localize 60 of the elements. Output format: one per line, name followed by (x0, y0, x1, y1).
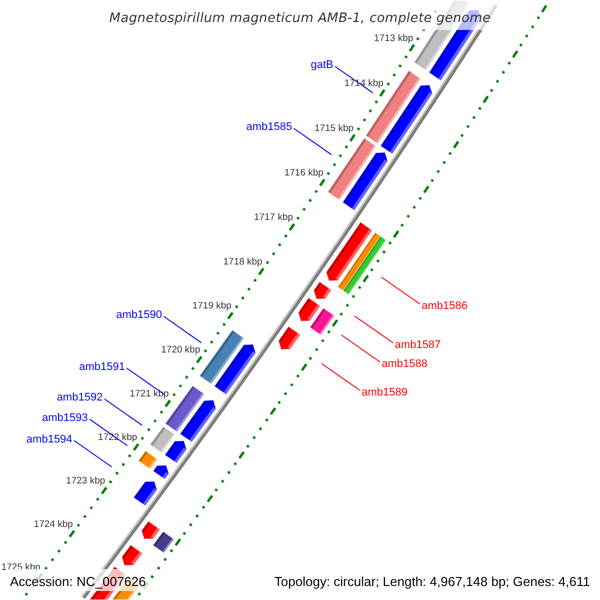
major-tick (392, 230, 400, 238)
gene-arrow (214, 344, 256, 394)
gene-label: amb1585 (246, 121, 292, 134)
leader-line (380, 276, 420, 304)
major-tick (541, 4, 548, 13)
major-tick (349, 134, 356, 142)
major-tick (453, 140, 460, 148)
gene-label: amb1593 (42, 412, 88, 424)
major-tick (206, 494, 214, 502)
tick-label: 1720 kbp (161, 344, 200, 356)
gene-arrow (142, 522, 160, 539)
gene-label: amb1591 (79, 360, 125, 373)
gene-label: amb1590 (116, 309, 162, 322)
gene-arrow (153, 465, 169, 479)
gene-label: gatB (310, 59, 334, 72)
major-tick (238, 451, 245, 459)
major-tick (288, 223, 296, 231)
major-tick (196, 356, 202, 364)
gene-label: amb1588 (382, 358, 428, 370)
gene-label: amb1586 (422, 300, 468, 312)
gene-label: amb1589 (362, 386, 408, 398)
major-tick (258, 268, 264, 276)
major-tick (482, 96, 489, 104)
tick-label: 1716 kbp (284, 168, 324, 179)
major-tick (408, 44, 416, 52)
tick-label: 1724 kbp (34, 518, 73, 530)
major-tick (512, 50, 518, 58)
tick-label: 1713 kbp (374, 32, 414, 44)
major-tick (100, 486, 108, 494)
major-tick (379, 89, 386, 97)
leader-line (104, 398, 143, 426)
major-tick (174, 538, 182, 546)
gene-label: amb1587 (394, 338, 441, 351)
major-tick (270, 407, 276, 416)
tick-label: 1715 kbp (314, 122, 354, 134)
tick-label: 1723 kbp (66, 476, 106, 487)
leader-line (74, 440, 112, 468)
leader-line (163, 316, 202, 344)
gene-label: amb1592 (56, 392, 103, 404)
major-tick (362, 274, 369, 283)
major-tick (132, 443, 140, 451)
major-tick (300, 363, 308, 372)
major-tick (423, 186, 430, 194)
tick-label: 1721 kbp (130, 388, 169, 400)
major-tick (68, 530, 76, 538)
tick-label: 1718 kbp (223, 256, 262, 268)
leader-line (340, 334, 380, 362)
major-tick (227, 312, 234, 320)
major-tick (164, 400, 172, 408)
leader-line (354, 316, 394, 344)
major-tick (319, 178, 326, 186)
tick-label: 1719 kbp (192, 300, 232, 312)
gene-arrow (298, 298, 320, 321)
gene-arrow (342, 152, 388, 210)
gene-arrow (278, 326, 300, 350)
leader-line (321, 363, 360, 391)
major-tick (332, 319, 338, 327)
gene-arrow (134, 482, 157, 506)
tick-label: 1717 kbp (254, 212, 294, 224)
gene-label: amb1594 (26, 433, 72, 446)
